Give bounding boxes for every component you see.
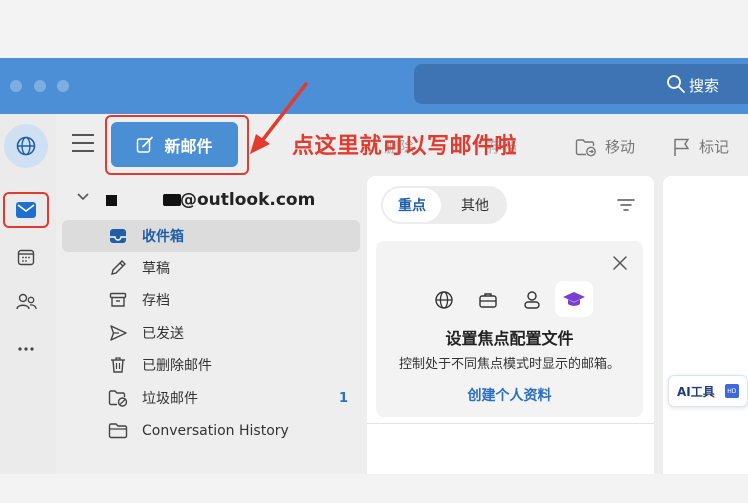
rail-mail-button[interactable] — [3, 192, 49, 228]
window-zoom-button[interactable] — [57, 80, 69, 92]
window-minimize-button[interactable] — [34, 80, 46, 92]
unread-count-badge: 1 — [338, 390, 348, 406]
folder-item[interactable]: 已发送 — [62, 317, 360, 349]
new-mail-label: 新邮件 — [164, 136, 213, 156]
flag-icon — [674, 138, 690, 156]
folder-item[interactable]: 垃圾邮件 1 — [62, 382, 360, 414]
folder-item[interactable]: 草稿 — [62, 252, 360, 284]
folder-label: 收件箱 — [142, 229, 184, 245]
flag-label: 标记 — [699, 138, 730, 156]
card-description: 控制处于不同焦点模式时显示的邮箱。 — [398, 357, 620, 372]
create-profile-link[interactable]: 创建个人资料 — [376, 385, 643, 405]
more-icon — [18, 347, 34, 351]
outlook-window: 搜索 新邮件 删除 存档 移动 标记 点这里就可以写邮件啦 @outlook.c… — [0, 0, 748, 503]
pencil-icon — [108, 258, 128, 278]
search-label: 搜索 — [689, 77, 720, 95]
folder-move-icon — [575, 138, 596, 156]
tab-other[interactable]: 其他 — [447, 188, 503, 222]
search-icon — [667, 75, 685, 93]
folder-label: Conversation History — [142, 423, 289, 439]
divider — [367, 423, 654, 424]
globe-icon — [432, 288, 456, 312]
email-redaction — [163, 194, 181, 206]
archive-icon — [108, 290, 128, 310]
folder-label: 垃圾邮件 — [142, 391, 198, 407]
folder-label: 存档 — [142, 293, 170, 309]
folder-label: 草稿 — [142, 261, 170, 277]
calendar-icon — [17, 249, 35, 266]
new-mail-button[interactable]: 新邮件 — [111, 122, 238, 167]
window-close-button[interactable] — [10, 80, 22, 92]
toolbar-flag-button[interactable]: 标记 — [673, 136, 729, 157]
toolbar-move-button[interactable]: 移动 — [575, 136, 635, 157]
reading-pane — [663, 176, 748, 474]
filter-icon[interactable] — [616, 197, 636, 213]
card-title: 设置焦点配置文件 — [445, 329, 574, 348]
account-email[interactable]: @outlook.com — [180, 190, 315, 210]
globe-icon — [16, 136, 36, 156]
annotation-text: 点这里就可以写邮件啦 — [292, 134, 518, 159]
ai-tool-button[interactable]: AI工具 HD — [668, 375, 748, 407]
folder-item[interactable]: 存档 — [62, 284, 360, 316]
person-icon — [520, 288, 544, 312]
folder-item[interactable]: 收件箱 — [62, 220, 360, 252]
compose-icon — [137, 136, 154, 153]
rail-calendar-button[interactable] — [14, 245, 38, 269]
folder-label: 已发送 — [142, 326, 184, 342]
hd-badge-icon: HD — [724, 384, 739, 398]
account-avatar-redacted — [106, 195, 117, 206]
ai-tool-label: AI工具 — [677, 384, 715, 399]
folder-item[interactable]: Conversation History — [62, 415, 360, 447]
close-icon[interactable] — [612, 255, 628, 271]
graduation-cap-icon — [555, 281, 593, 317]
tab-focused[interactable]: 重点 — [383, 188, 441, 222]
people-icon — [16, 293, 37, 310]
mail-icon — [16, 202, 36, 218]
junk-icon — [108, 388, 128, 408]
hamburger-menu-icon[interactable] — [72, 134, 94, 154]
inbox-icon — [108, 226, 128, 246]
folder-item[interactable]: 已删除邮件 — [62, 349, 360, 381]
folder-icon — [108, 421, 128, 441]
chevron-down-icon[interactable] — [76, 190, 90, 206]
rail-more-button[interactable] — [14, 337, 38, 361]
send-icon — [108, 323, 128, 343]
briefcase-icon — [476, 288, 500, 312]
rail-people-button[interactable] — [14, 290, 38, 314]
trash-icon — [108, 355, 128, 375]
move-label: 移动 — [605, 138, 636, 156]
folder-label: 已删除邮件 — [142, 358, 212, 374]
rail-org-button[interactable] — [4, 124, 48, 168]
